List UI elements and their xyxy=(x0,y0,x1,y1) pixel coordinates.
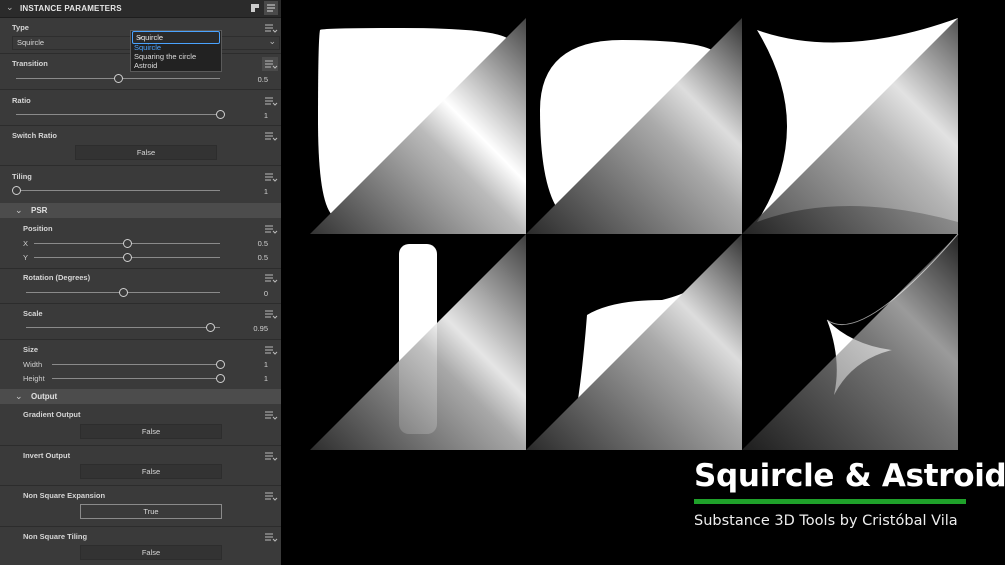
panel-title: INSTANCE PARAMETERS xyxy=(20,4,122,13)
size-height-slider-handle[interactable] xyxy=(216,374,225,383)
artwork-byline: Substance 3D Tools by Cristóbal Vila xyxy=(694,513,958,529)
size-width-value: 1 xyxy=(263,360,268,369)
squircle-tile xyxy=(310,18,526,234)
switch-ratio-label: Switch Ratio xyxy=(12,131,58,140)
squaring-circle-transition-tile xyxy=(526,234,742,450)
non-square-expansion-toggle[interactable]: True xyxy=(80,504,222,519)
parameter-menu-icon[interactable] xyxy=(264,131,278,141)
non-square-tiling-label: Non Square Tiling xyxy=(23,532,88,541)
switch-ratio-toggle[interactable]: False xyxy=(75,145,217,160)
size-height-value: 1 xyxy=(263,374,268,383)
rotation-slider-handle[interactable] xyxy=(119,288,128,297)
tiling-label: Tiling xyxy=(12,172,32,181)
type-option-squircle[interactable]: Squircle xyxy=(134,43,161,52)
tiling-value: 1 xyxy=(263,187,268,196)
squaring-circle-tile xyxy=(526,18,742,234)
invert-output-toggle[interactable]: False xyxy=(80,464,222,479)
chevron-down-icon: ⌄ xyxy=(15,205,23,215)
size-width-label: Width xyxy=(23,360,43,369)
scale-slider[interactable] xyxy=(26,327,220,328)
transition-value: 0.5 xyxy=(257,75,268,84)
position-label: Position xyxy=(23,224,53,233)
size-label: Size xyxy=(23,345,39,354)
chevron-down-icon: ⌄ xyxy=(268,36,276,46)
instance-parameters-panel: ⌄ INSTANCE PARAMETERS Type Squircle ⌄ Tr… xyxy=(0,0,281,565)
type-option-astroid[interactable]: Astroid xyxy=(134,61,157,70)
parameter-menu-icon[interactable] xyxy=(264,491,278,501)
parameter-menu-icon[interactable] xyxy=(264,224,278,234)
gradient-output-toggle[interactable]: False xyxy=(80,424,222,439)
type-dropdown-list[interactable]: Squircle ⌄ Squircle Squaring the circle … xyxy=(130,30,222,72)
ratio-slider[interactable] xyxy=(16,114,220,115)
type-label: Type xyxy=(12,23,29,32)
astroid-tile xyxy=(742,18,958,234)
transition-label: Transition xyxy=(12,59,48,68)
scale-slider-handle[interactable] xyxy=(206,323,216,332)
scale-label: Scale xyxy=(23,309,43,318)
non-square-tiling-toggle[interactable]: False xyxy=(80,545,222,560)
position-y-slider-handle[interactable] xyxy=(123,253,132,262)
parameter-menu-icon[interactable] xyxy=(264,172,278,182)
invert-output-label: Invert Output xyxy=(23,451,71,460)
non-square-expansion-label: Non Square Expansion xyxy=(23,491,106,500)
parameter-menu-icon[interactable] xyxy=(264,410,278,420)
ratio-label: Ratio xyxy=(12,96,31,105)
title-underline xyxy=(694,499,966,504)
panel-header: ⌄ INSTANCE PARAMETERS xyxy=(0,0,281,18)
type-select-value: Squircle xyxy=(17,38,45,47)
rotation-label: Rotation (Degrees) xyxy=(23,273,91,282)
parameter-menu-icon[interactable] xyxy=(262,57,278,71)
parameter-menu-icon[interactable] xyxy=(264,345,278,355)
chevron-down-icon[interactable]: ⌄ xyxy=(6,2,14,13)
parameter-menu-icon[interactable] xyxy=(264,96,278,106)
artwork-title: Squircle & Astroid xyxy=(694,458,1005,494)
pin-icon[interactable] xyxy=(248,1,262,15)
ratio-slider-handle[interactable] xyxy=(216,110,225,119)
position-x-label: X xyxy=(23,239,29,248)
tiling-slider-handle[interactable] xyxy=(12,186,21,195)
squircle-transition-tile xyxy=(310,234,526,450)
chevron-down-icon: ⌄ xyxy=(136,31,144,41)
astroid-transition-tile xyxy=(742,233,959,450)
position-x-value: 0.5 xyxy=(257,239,268,248)
output-section-title: Output xyxy=(31,392,58,401)
parameter-menu-icon[interactable] xyxy=(264,309,278,319)
ratio-value: 1 xyxy=(263,111,268,120)
position-y-label: Y xyxy=(23,253,29,262)
parameter-menu-icon[interactable] xyxy=(264,23,278,33)
size-height-label: Height xyxy=(23,374,45,383)
output-section-header[interactable]: ⌄ Output xyxy=(0,389,281,404)
rotation-value: 0 xyxy=(263,289,268,298)
position-y-value: 0.5 xyxy=(257,253,268,262)
type-option-squaring-the-circle[interactable]: Squaring the circle xyxy=(134,52,196,61)
parameter-menu-icon[interactable] xyxy=(264,532,278,542)
psr-section-title: PSR xyxy=(31,206,48,215)
size-height-slider[interactable] xyxy=(52,378,220,379)
list-menu-icon[interactable] xyxy=(264,1,278,15)
gradient-output-label: Gradient Output xyxy=(23,410,81,419)
tiling-slider[interactable] xyxy=(16,190,220,191)
chevron-down-icon: ⌄ xyxy=(15,391,23,401)
transition-slider-handle[interactable] xyxy=(114,74,123,83)
parameter-menu-icon[interactable] xyxy=(264,273,278,283)
position-x-slider-handle[interactable] xyxy=(123,239,132,248)
scale-value: 0.95 xyxy=(253,324,268,333)
size-width-slider[interactable] xyxy=(52,364,220,365)
psr-section-header[interactable]: ⌄ PSR xyxy=(0,203,281,218)
size-width-slider-handle[interactable] xyxy=(216,360,225,369)
parameter-menu-icon[interactable] xyxy=(264,451,278,461)
